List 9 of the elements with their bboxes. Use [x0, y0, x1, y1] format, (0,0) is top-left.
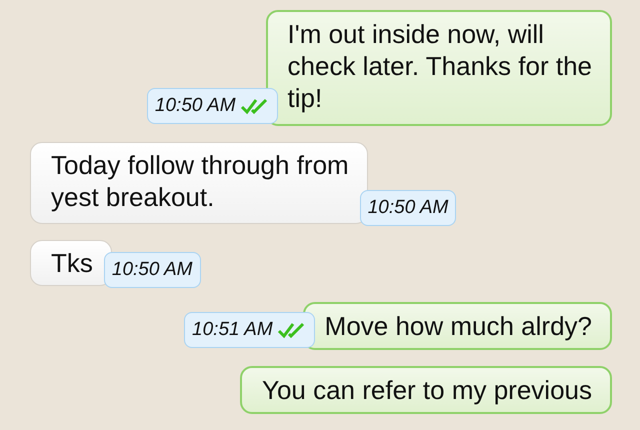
sent-message-bubble: I'm out inside now, will check later. Thanks for the tip!: [266, 10, 612, 126]
sent-message-bubble: Move how much alrdy?: [302, 302, 612, 350]
message-time: 10:50 AM: [104, 252, 201, 288]
received-message-bubble: Tks: [30, 240, 112, 286]
message-time: 10:50 AM: [360, 190, 456, 226]
sent-message-bubble: You can refer to my previous: [240, 366, 612, 414]
message-time: 10:50 AM: [146, 88, 278, 124]
received-message-bubble: Today follow through from yest breakout.: [30, 142, 368, 224]
message-time: 10:51 AM: [184, 312, 315, 348]
